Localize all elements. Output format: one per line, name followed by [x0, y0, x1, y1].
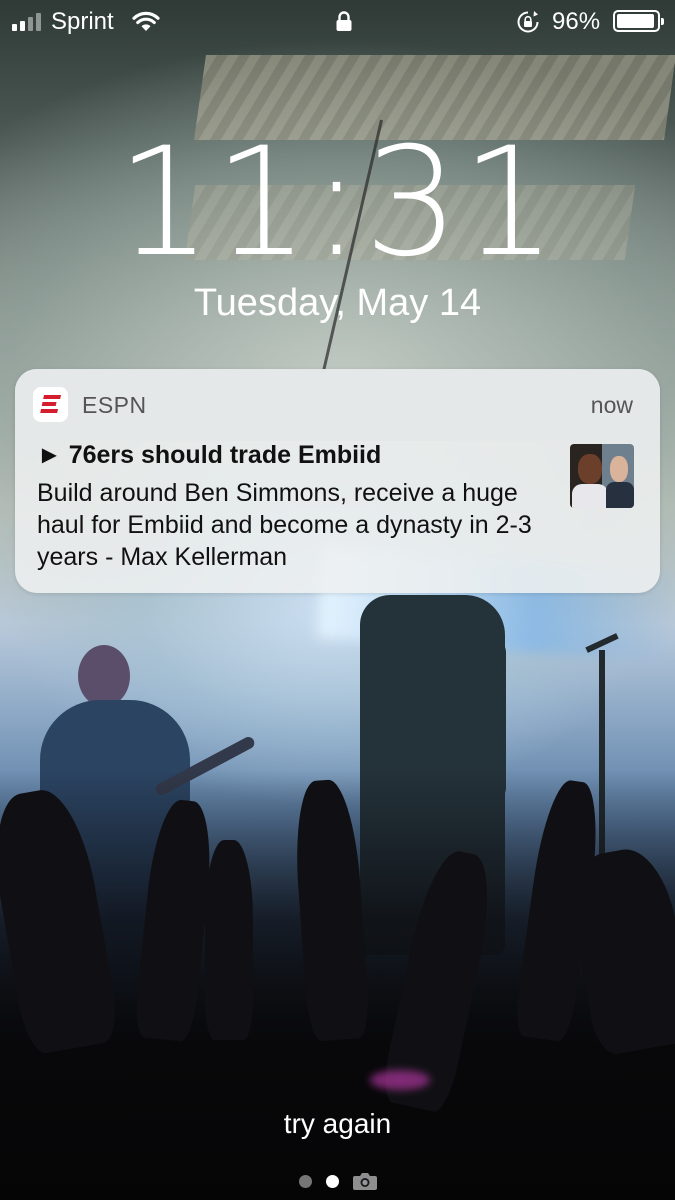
notification-app-name: ESPN [82, 392, 147, 418]
carrier-name: Sprint [51, 8, 114, 35]
signal-icon [12, 13, 41, 31]
wallpaper-stage-glow [370, 1070, 430, 1090]
espn-notification[interactable]: ESPN now ► 76ers should trade Embiid Bui… [15, 369, 660, 593]
notification-thumbnail [570, 444, 634, 508]
status-bar: Sprint 96% [0, 0, 675, 44]
battery-percentage: 96% [552, 8, 601, 35]
notification-body: Build around Ben Simmons, receive a huge… [37, 479, 532, 571]
lock-icon [336, 11, 352, 31]
wifi-icon [132, 11, 160, 31]
battery-level [617, 14, 655, 28]
lock-screen-date: Tuesday, May 14 [193, 282, 482, 324]
page-indicator [0, 1172, 675, 1190]
camera-icon[interactable] [352, 1172, 377, 1190]
wallpaper-guitarist-head [78, 645, 130, 707]
notification-time: now [590, 392, 633, 418]
battery-icon [613, 10, 664, 32]
page-dot-active[interactable] [325, 1174, 339, 1188]
espn-logo-icon [33, 387, 68, 422]
notification-header: ESPN now [15, 369, 660, 441]
face-id-try-again[interactable]: try again [0, 1108, 675, 1140]
lock-screen-time: 11:31 [116, 116, 559, 290]
wallpaper-crowd-hand [205, 840, 253, 1040]
page-dot[interactable] [298, 1174, 312, 1188]
notification-title: ► 76ers should trade Embiid [37, 441, 382, 469]
rotation-lock-icon [517, 11, 539, 33]
